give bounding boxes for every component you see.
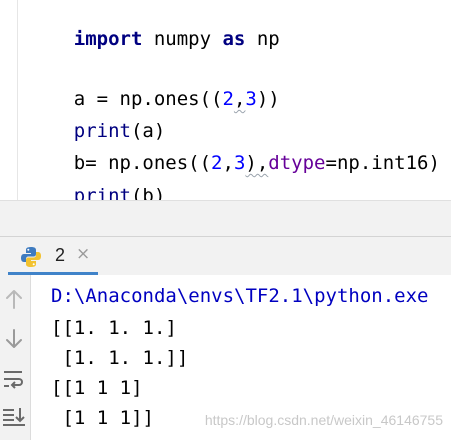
console-interpreter-path: D:\Anaconda\envs\TF2.1\python.exe xyxy=(51,285,429,307)
arrow-down-icon[interactable] xyxy=(2,327,26,351)
keyword-argument: dtype xyxy=(268,152,326,174)
code-text: )) xyxy=(256,88,280,110)
keyword-import: import xyxy=(73,28,143,50)
code-line-4[interactable]: print(a) xyxy=(28,92,166,142)
run-tab-bar: 2 × xyxy=(0,236,451,276)
run-tab[interactable]: 2 × xyxy=(8,237,98,275)
code-line-3[interactable]: a = np.ones((2,3)) xyxy=(28,60,280,110)
code-text: ), xyxy=(245,152,269,174)
gutter-divider xyxy=(17,0,18,200)
scroll-to-end-icon[interactable] xyxy=(2,405,26,429)
code-editor[interactable]: import numpy as np a = np.ones((2,3)) pr… xyxy=(0,0,451,207)
close-icon[interactable]: × xyxy=(76,244,90,264)
number-literal: 2 xyxy=(222,88,234,110)
console-output-line: [[1. 1. 1.] xyxy=(51,317,177,339)
console-output-line: [1 1 1]] xyxy=(51,407,154,429)
keyword-as: as xyxy=(222,28,246,50)
arrow-up-icon[interactable] xyxy=(2,287,26,311)
panel-divider[interactable] xyxy=(0,200,451,237)
python-icon xyxy=(20,246,42,268)
number-literal: 3 xyxy=(233,152,246,174)
watermark: https://blog.csdn.net/weixin_46146755 xyxy=(204,412,443,428)
console-output-line: [1. 1. 1.]] xyxy=(51,347,189,369)
number-literal: 3 xyxy=(245,88,257,110)
console-toolbar xyxy=(0,275,31,440)
number-literal: 2 xyxy=(211,152,223,174)
run-tab-label: 2 xyxy=(55,245,66,265)
code-text: np xyxy=(245,28,280,50)
code-line-1[interactable]: import numpy as np xyxy=(28,0,280,50)
code-line-6[interactable]: print(b) xyxy=(28,157,166,207)
code-line-5[interactable]: b= np.ones((2,3),dtype=np.int16) xyxy=(28,124,440,174)
code-text: , xyxy=(222,152,234,174)
soft-wrap-icon[interactable] xyxy=(2,367,26,391)
code-text: , xyxy=(233,88,246,110)
code-text: =np.int16) xyxy=(325,152,440,174)
code-text: numpy xyxy=(142,28,223,50)
console-output-line: [[1 1 1] xyxy=(51,377,143,399)
